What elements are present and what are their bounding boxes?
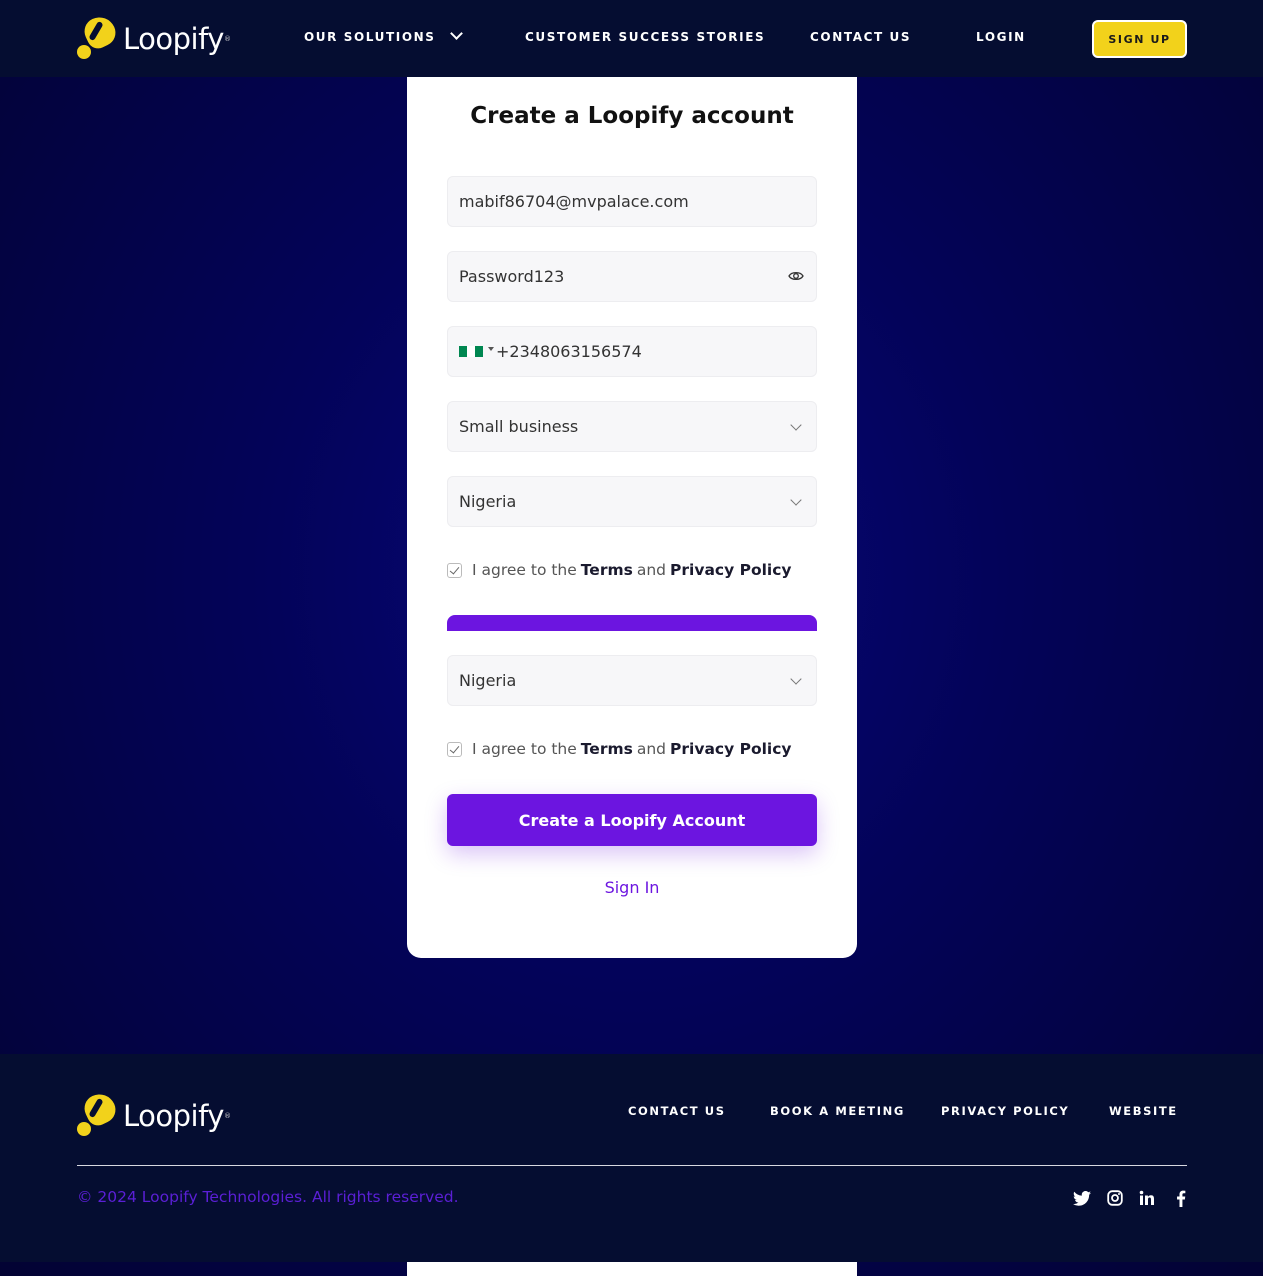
loopify-logo[interactable]: Loopify ® xyxy=(77,1089,231,1138)
terms-link[interactable]: Terms xyxy=(581,740,633,758)
page-title: Create a Loopify account xyxy=(470,103,794,129)
terms-agreement: I agree to the Terms and Privacy Policy xyxy=(447,561,796,579)
nav-customer-success-stories[interactable]: CUSTOMER SUCCESS STORIES xyxy=(525,30,765,44)
country-select[interactable]: Nigeria xyxy=(447,476,817,527)
loopify-logo-mark xyxy=(77,1089,120,1138)
card-partial-bottom xyxy=(407,1262,857,1276)
nav-our-solutions-label: OUR SOLUTIONS xyxy=(304,30,436,44)
caret-down-icon xyxy=(488,346,494,351)
country-select-duplicate[interactable]: Nigeria xyxy=(447,655,817,706)
country-value: Nigeria xyxy=(459,492,517,511)
facebook-icon[interactable] xyxy=(1170,1188,1192,1208)
terms-link[interactable]: Terms xyxy=(581,561,633,579)
password-field[interactable]: Password123 xyxy=(447,251,817,302)
signup-card: Create a Loopify account mabif86704@mvpa… xyxy=(407,77,857,958)
country-value-duplicate: Nigeria xyxy=(459,671,517,690)
sign-up-button[interactable]: SIGN UP xyxy=(1092,20,1187,58)
submit-button-partial[interactable] xyxy=(447,615,817,631)
business-type-value: Small business xyxy=(459,417,579,436)
footer-divider xyxy=(77,1165,1187,1166)
nigeria-flag-icon[interactable] xyxy=(459,346,483,357)
logo-wordmark: Loopify xyxy=(123,1099,224,1133)
loopify-logo-mark xyxy=(77,12,120,61)
terms-agreement-duplicate: I agree to the Terms and Privacy Policy xyxy=(447,740,796,758)
phone-value: +2348063156574 xyxy=(496,342,642,361)
footer-website[interactable]: WEBSITE xyxy=(1109,1104,1178,1118)
copyright-text: © 2024 Loopify Technologies. All rights … xyxy=(77,1188,459,1206)
email-field[interactable]: mabif86704@mvpalace.com xyxy=(447,176,817,227)
nav-login[interactable]: LOGIN xyxy=(976,30,1026,44)
chevron-down-icon xyxy=(449,27,463,40)
footer-privacy-policy[interactable]: PRIVACY POLICY xyxy=(941,1104,1069,1118)
nav-contact-us[interactable]: CONTACT US xyxy=(810,30,911,44)
instagram-icon[interactable] xyxy=(1104,1188,1126,1208)
business-type-select[interactable]: Small business xyxy=(447,401,817,452)
create-account-button[interactable]: Create a Loopify Account xyxy=(447,794,817,846)
terms-checkbox[interactable] xyxy=(447,562,462,578)
agree-and: and xyxy=(636,740,667,758)
chevron-down-icon xyxy=(790,419,802,431)
password-value: Password123 xyxy=(459,267,565,286)
agree-and: and xyxy=(636,561,667,579)
logo-wordmark: Loopify xyxy=(123,22,224,56)
privacy-policy-link[interactable]: Privacy Policy xyxy=(670,740,792,758)
loopify-logo[interactable]: Loopify ® xyxy=(77,12,231,61)
site-header: Loopify ® OUR SOLUTIONS CUSTOMER SUCCESS … xyxy=(0,0,1263,77)
chevron-down-icon xyxy=(790,673,802,685)
phone-field[interactable]: +2348063156574 xyxy=(447,326,817,377)
email-value: mabif86704@mvpalace.com xyxy=(459,192,689,211)
agree-prefix: I agree to the xyxy=(472,740,577,758)
linkedin-icon[interactable] xyxy=(1136,1188,1158,1208)
terms-checkbox[interactable] xyxy=(447,741,462,757)
footer-book-a-meeting[interactable]: BOOK A MEETING xyxy=(770,1104,905,1118)
eye-icon[interactable] xyxy=(788,268,804,288)
chevron-down-icon xyxy=(790,494,802,506)
sign-in-link[interactable]: Sign In xyxy=(407,878,857,897)
agree-prefix: I agree to the xyxy=(472,561,577,579)
twitter-icon[interactable] xyxy=(1071,1188,1093,1208)
privacy-policy-link[interactable]: Privacy Policy xyxy=(670,561,792,579)
site-footer: Loopify ® CONTACT US BOOK A MEETING PRIVA… xyxy=(0,1054,1263,1262)
footer-contact-us[interactable]: CONTACT US xyxy=(628,1104,726,1118)
nav-our-solutions[interactable]: OUR SOLUTIONS xyxy=(304,27,463,44)
